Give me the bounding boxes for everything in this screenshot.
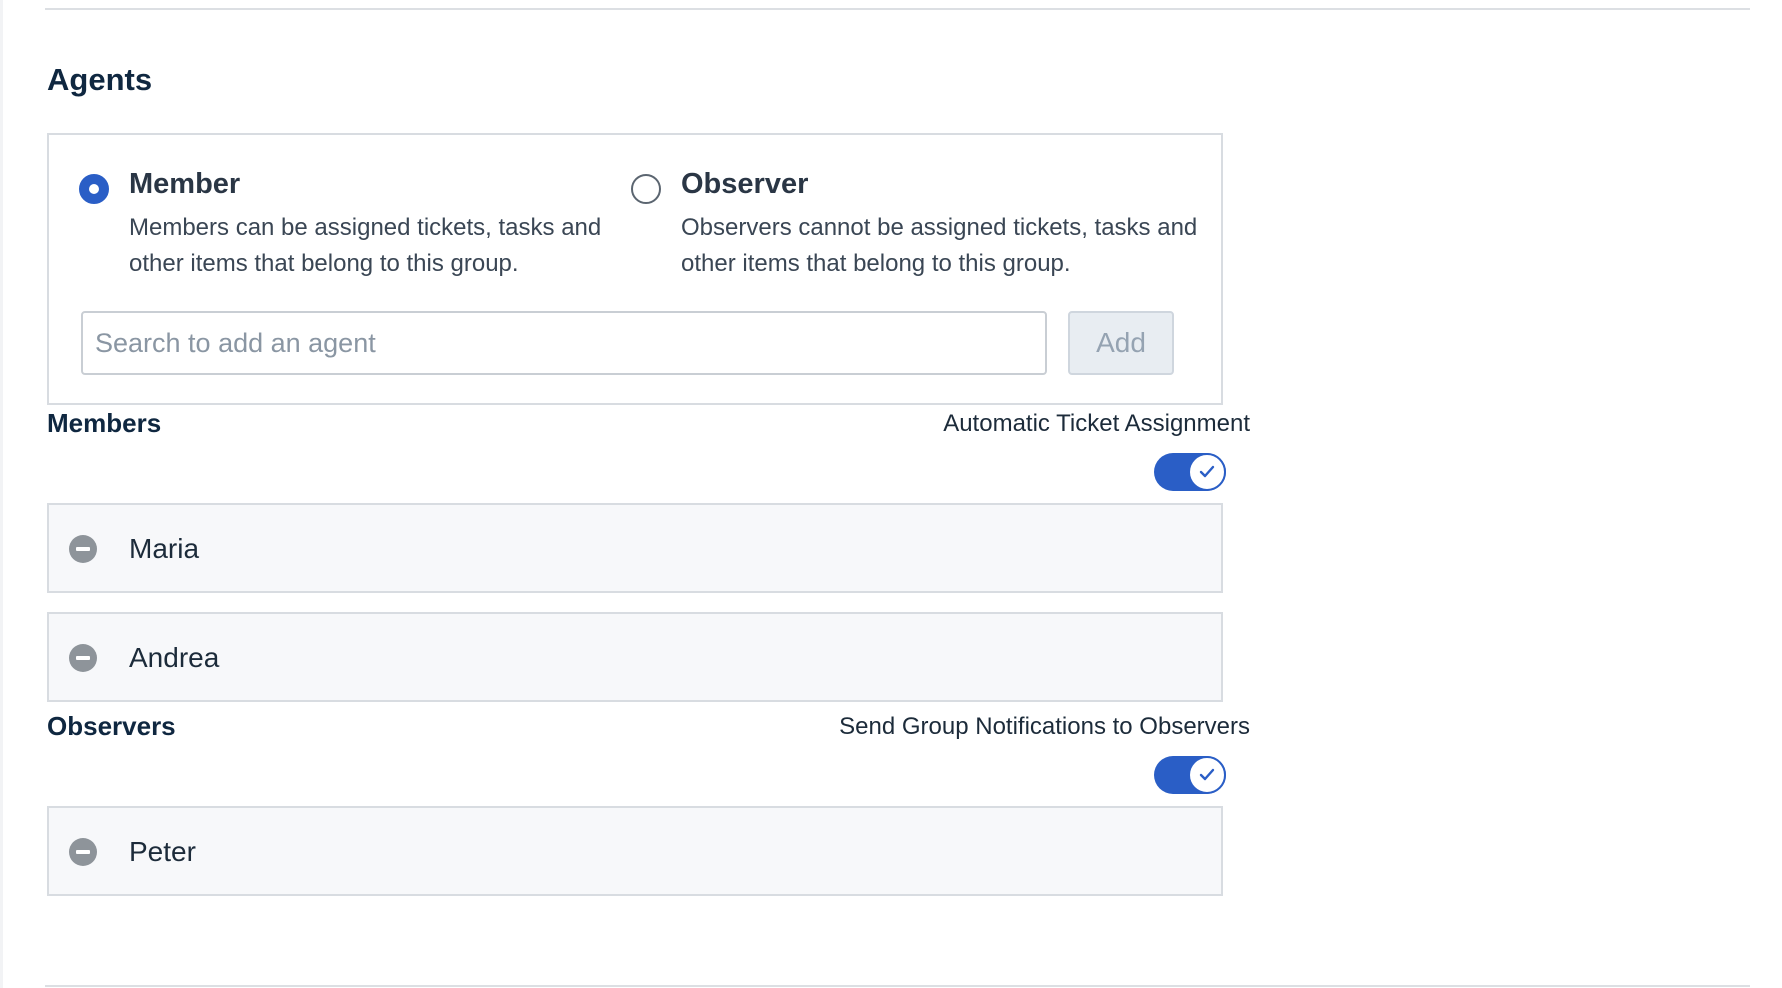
members-heading: Members (47, 408, 162, 438)
check-icon (1188, 756, 1226, 794)
observer-notifications-toggle[interactable] (1154, 756, 1226, 794)
member-radio-icon[interactable] (79, 174, 109, 204)
observer-role-description: Observers cannot be assigned tickets, ta… (681, 214, 1198, 277)
member-role-title: Member (129, 168, 241, 200)
remove-icon[interactable] (69, 838, 97, 866)
auto-assignment-label: Automatic Ticket Assignment (943, 410, 1250, 437)
observer-notifications-label: Send Group Notifications to Observers (839, 713, 1250, 740)
add-agent-panel: Member Members can be assigned tickets, … (47, 133, 1223, 405)
add-agent-button[interactable]: Add (1068, 311, 1174, 375)
remove-icon[interactable] (69, 644, 97, 672)
list-item: Peter (47, 806, 1223, 896)
member-role-description: Members can be assigned tickets, tasks a… (129, 214, 602, 277)
observer-radio-icon[interactable] (631, 174, 661, 204)
bottom-divider (45, 985, 1750, 987)
section-title: Agents (47, 62, 153, 97)
observers-heading: Observers (47, 711, 176, 741)
observer-role-title: Observer (681, 168, 809, 200)
remove-icon[interactable] (69, 535, 97, 563)
check-icon (1188, 453, 1226, 491)
list-item: Andrea (47, 612, 1223, 702)
member-name: Andrea (129, 642, 220, 673)
observer-name: Peter (129, 836, 196, 867)
top-divider (45, 8, 1750, 10)
agent-search-input[interactable] (81, 311, 1047, 375)
group-settings-page: Agents Member Members can be assigned ti… (3, 0, 1782, 988)
member-name: Maria (129, 533, 200, 564)
auto-assignment-toggle[interactable] (1154, 453, 1226, 491)
list-item: Maria (47, 503, 1223, 593)
